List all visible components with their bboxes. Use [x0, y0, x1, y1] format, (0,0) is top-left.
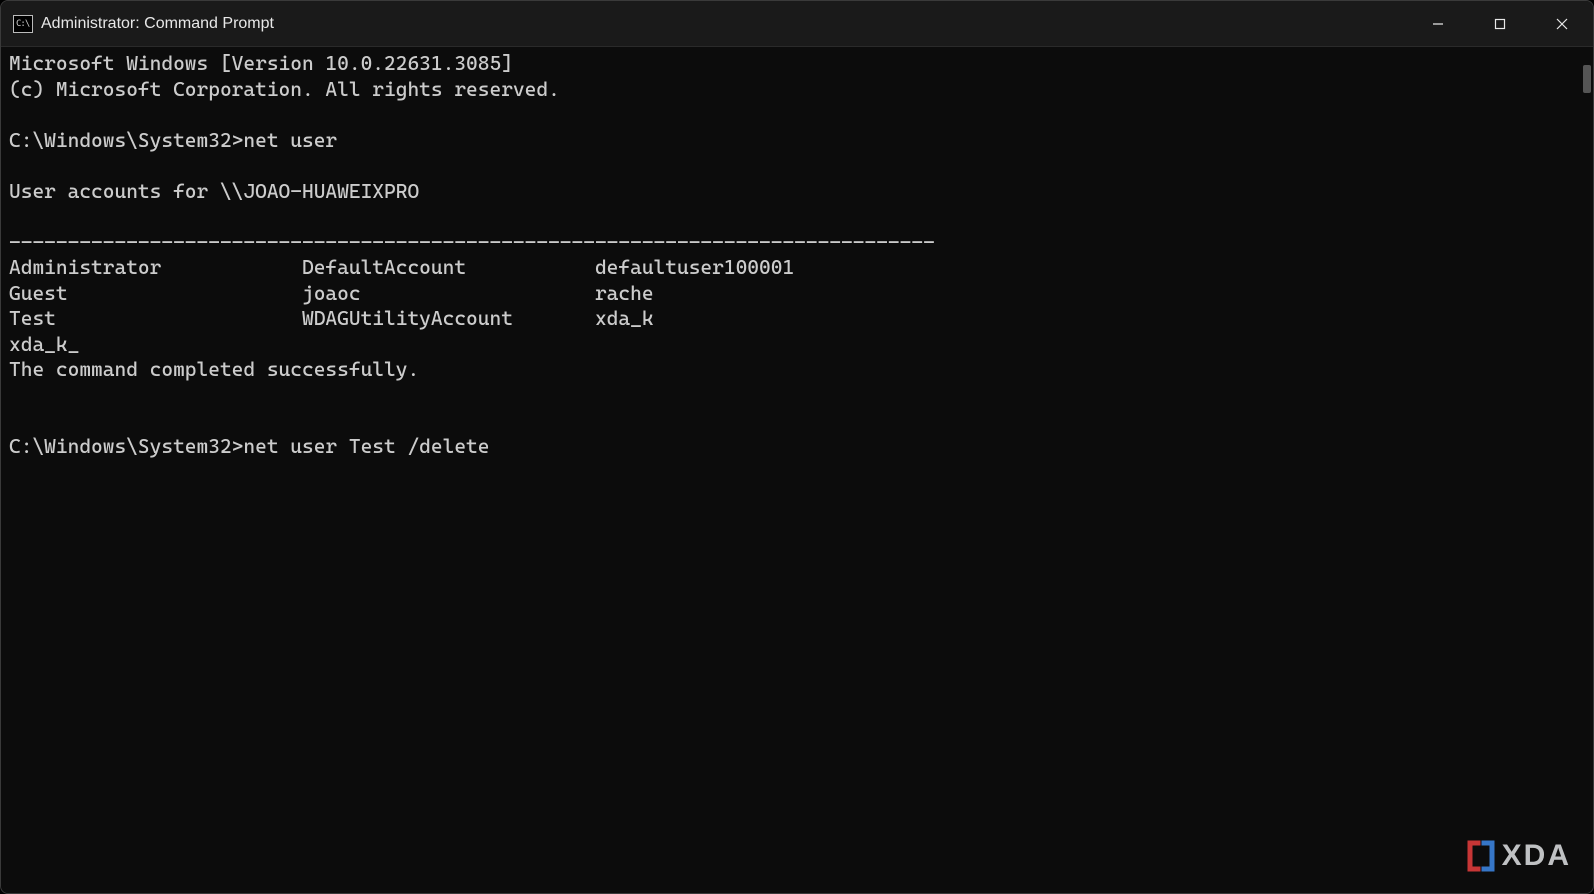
close-icon — [1556, 18, 1568, 30]
terminal-content: Microsoft Windows [Version 10.0.22631.30… — [9, 51, 1585, 459]
titlebar[interactable]: C:\ Administrator: Command Prompt — [1, 1, 1593, 47]
accounts-header: User accounts for \\JOAO-HUAWEIXPRO — [9, 179, 419, 203]
user-cell: defaultuser100001 — [595, 255, 794, 279]
prompt-path: C:\Windows\System32> — [9, 128, 243, 152]
close-button[interactable] — [1531, 1, 1593, 46]
scrollbar-thumb[interactable] — [1583, 65, 1591, 93]
maximize-button[interactable] — [1469, 1, 1531, 46]
banner-version: Microsoft Windows [Version 10.0.22631.30… — [9, 51, 513, 75]
scrollbar-track[interactable] — [1581, 47, 1593, 893]
xda-bracket-icon — [1464, 839, 1498, 873]
window-controls — [1407, 1, 1593, 46]
user-cell: Administrator — [9, 255, 161, 279]
window-title: Administrator: Command Prompt — [41, 15, 274, 33]
user-cell: xda_k_ — [9, 332, 79, 356]
command-prompt-window: C:\ Administrator: Command Prompt — [0, 0, 1594, 894]
xda-watermark: XDA — [1464, 839, 1571, 873]
prompt-command: net user — [243, 128, 337, 152]
minimize-button[interactable] — [1407, 1, 1469, 46]
banner-copyright: (c) Microsoft Corporation. All rights re… — [9, 77, 560, 101]
success-message: The command completed successfully. — [9, 357, 419, 381]
user-cell: Test — [9, 306, 56, 330]
user-cell: xda_k — [595, 306, 654, 330]
prompt-command: net user Test /delete — [243, 434, 489, 458]
prompt-path: C:\Windows\System32> — [9, 434, 243, 458]
terminal-body[interactable]: Microsoft Windows [Version 10.0.22631.30… — [1, 47, 1593, 893]
user-cell: joaoc — [302, 281, 361, 305]
user-cell: Guest — [9, 281, 68, 305]
user-cell: WDAGUtilityAccount — [302, 306, 513, 330]
user-cell: DefaultAccount — [302, 255, 466, 279]
separator-line: ----------------------------------------… — [9, 230, 935, 254]
maximize-icon — [1494, 18, 1506, 30]
xda-text: XDA — [1502, 839, 1571, 873]
cmd-icon: C:\ — [13, 15, 33, 33]
titlebar-left: C:\ Administrator: Command Prompt — [13, 15, 274, 33]
minimize-icon — [1432, 18, 1444, 30]
user-cell: rache — [595, 281, 654, 305]
